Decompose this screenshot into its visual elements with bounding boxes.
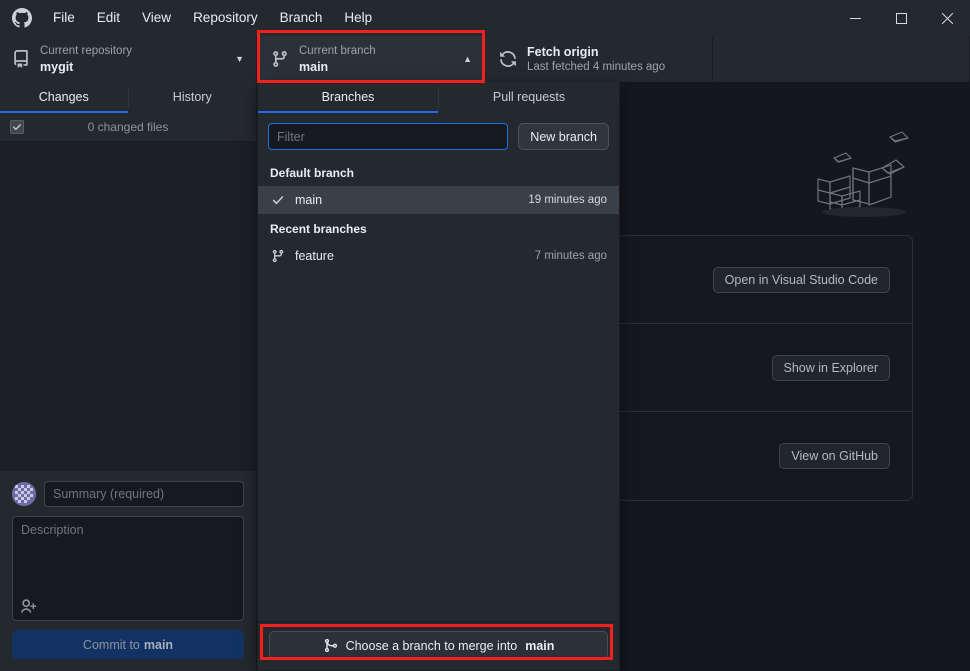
git-branch-icon (271, 50, 289, 68)
title-bar: File Edit View Repository Branch Help (0, 0, 970, 36)
menu-bar: File Edit View Repository Branch Help (42, 0, 383, 36)
branch-filter-input[interactable] (268, 123, 508, 150)
new-branch-button[interactable]: New branch (518, 123, 609, 150)
git-merge-icon (323, 638, 338, 653)
check-icon (270, 192, 286, 208)
tab-pull-requests[interactable]: Pull requests (439, 82, 619, 113)
foldout-footer: Choose a branch to merge into main (258, 621, 619, 670)
repo-icon (12, 50, 30, 68)
view-on-github-button[interactable]: View on GitHub (779, 443, 890, 469)
branch-list: Default branch main 19 minutes ago Recen… (258, 158, 619, 621)
merge-button-branch: main (525, 639, 554, 653)
maximize-icon (896, 13, 907, 24)
tab-changes[interactable]: Changes (0, 82, 128, 113)
current-branch-toolbar-button[interactable]: Current branch main ▲ (257, 36, 485, 82)
changes-header: 0 changed files (0, 113, 256, 142)
close-button[interactable] (924, 0, 970, 36)
suggestion-row-show-explorer: Show in Explorer (619, 324, 912, 412)
menu-item-help[interactable]: Help (333, 0, 383, 36)
menu-item-branch[interactable]: Branch (269, 0, 334, 36)
section-heading-default-branch: Default branch (258, 158, 619, 186)
sidebar-tabs: Changes History (0, 82, 256, 113)
suggestion-row-view-github: View on GitHub (619, 412, 912, 500)
commit-button-prefix: Commit to (83, 638, 140, 652)
show-in-explorer-button[interactable]: Show in Explorer (772, 355, 891, 381)
git-branch-icon (270, 248, 286, 264)
commit-area: Commit to main (0, 470, 256, 671)
sidebar: Changes History 0 changed files (0, 82, 257, 671)
add-coauthor-icon[interactable] (20, 597, 38, 615)
current-repository-button[interactable]: Current repository mygit ▼ (0, 36, 257, 82)
menu-item-file[interactable]: File (42, 0, 86, 36)
merge-branch-button[interactable]: Choose a branch to merge into main (269, 631, 608, 660)
commit-description-wrap (12, 516, 244, 621)
commit-summary-input[interactable] (44, 481, 244, 507)
suggestion-row-open-editor: Open in Visual Studio Code (619, 236, 912, 324)
fetch-origin-button[interactable]: Fetch origin Last fetched 4 minutes ago (485, 36, 713, 82)
changed-files-list (0, 142, 256, 470)
minimize-button[interactable] (832, 0, 878, 36)
fetch-origin-sublabel: Last fetched 4 minutes ago (527, 60, 712, 75)
github-desktop-window: File Edit View Repository Branch Help (0, 0, 970, 671)
toolbar-filler (713, 36, 970, 82)
avatar (12, 482, 36, 506)
merge-button-prefix: Choose a branch to merge into (346, 639, 518, 653)
branch-name: feature (295, 249, 535, 263)
foldout-filter-row: New branch (258, 113, 619, 158)
window-controls (832, 0, 970, 36)
current-repository-value: mygit (40, 59, 235, 75)
changed-files-count: 0 changed files (24, 120, 232, 134)
sync-icon (499, 50, 517, 68)
commit-description-input[interactable] (13, 517, 243, 620)
fetch-origin-label: Fetch origin (527, 44, 712, 60)
current-branch-label: Current branch (299, 44, 463, 59)
chevron-down-icon: ▼ (235, 54, 244, 64)
suggestions-card: Open in Visual Studio Code Show in Explo… (618, 235, 913, 501)
open-in-visual-studio-code-button[interactable]: Open in Visual Studio Code (713, 267, 890, 293)
maximize-button[interactable] (878, 0, 924, 36)
branch-time: 19 minutes ago (528, 194, 607, 206)
branch-name: main (295, 193, 528, 207)
avatar-pattern-icon (12, 482, 36, 506)
current-branch-value: main (299, 59, 463, 75)
tab-history[interactable]: History (129, 82, 257, 113)
branch-list-item-main[interactable]: main 19 minutes ago (258, 186, 619, 214)
paper-boxes-illustration (812, 120, 922, 220)
section-heading-recent-branches: Recent branches (258, 214, 619, 242)
branch-time: 7 minutes ago (535, 250, 607, 262)
foldout-tabs: Branches Pull requests (258, 82, 619, 113)
branch-list-item-feature[interactable]: feature 7 minutes ago (258, 242, 619, 270)
current-repository-label: Current repository (40, 44, 235, 59)
tab-branches[interactable]: Branches (258, 82, 438, 113)
minimize-icon (850, 13, 861, 24)
close-icon (942, 13, 953, 24)
menu-item-view[interactable]: View (131, 0, 182, 36)
commit-summary-row (12, 481, 244, 507)
commit-button-branch: main (144, 638, 173, 652)
menu-item-repository[interactable]: Repository (182, 0, 269, 36)
select-all-checkbox[interactable] (10, 120, 24, 134)
toolbar: Current repository mygit ▼ Current branc… (0, 36, 970, 82)
github-mark-icon (12, 8, 32, 28)
chevron-up-icon: ▲ (463, 54, 472, 64)
commit-button[interactable]: Commit to main (12, 630, 244, 659)
menu-item-edit[interactable]: Edit (86, 0, 131, 36)
check-icon (12, 122, 22, 132)
branch-dropdown-foldout: Branches Pull requests New branch Defaul… (257, 82, 620, 671)
